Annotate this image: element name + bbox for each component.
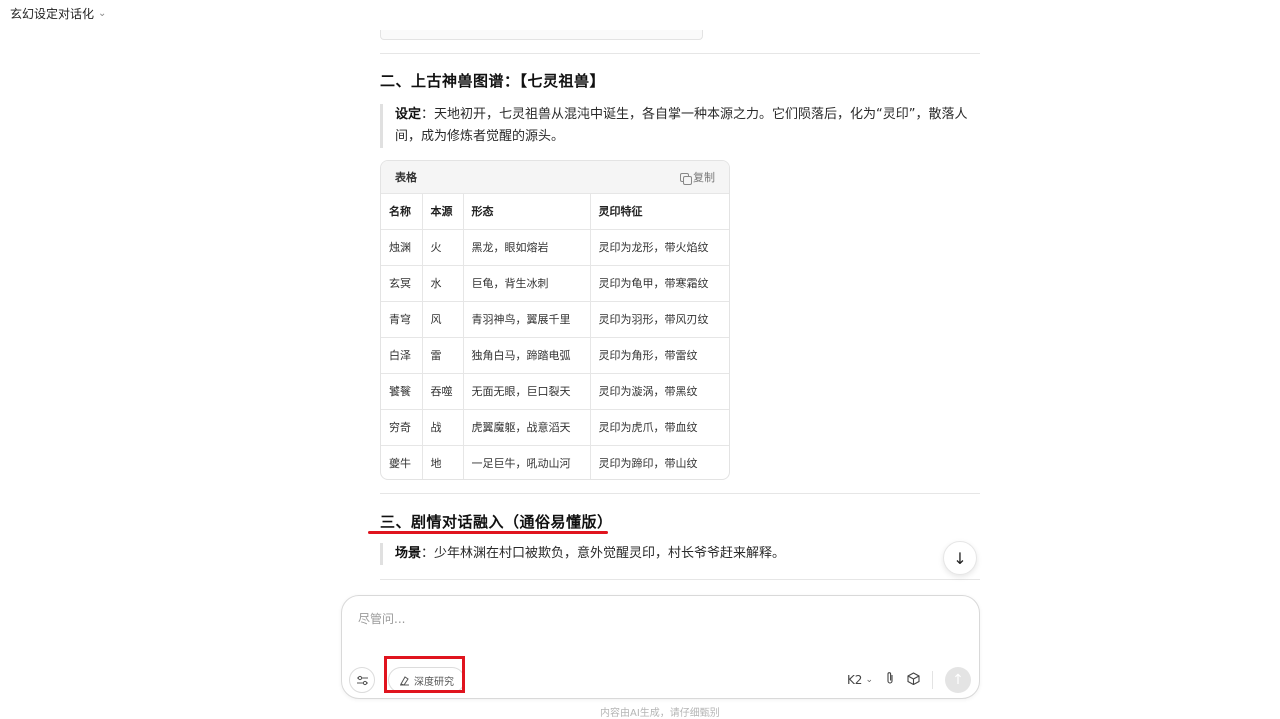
send-button[interactable]: ↑ [945,667,971,693]
table-cell: 灵印为羽形，带风刃纹 [590,301,729,338]
paperclip-icon[interactable] [885,671,895,689]
input-right-tools: K2 ⌄ ↑ [847,667,971,693]
chevron-down-icon: ⌄ [98,8,107,19]
arrow-up-icon: ↑ [952,672,964,688]
table-header-cell: 灵印特征 [590,194,729,230]
divider [380,53,980,54]
table-header-row: 名称 本源 形态 灵印特征 [381,194,729,230]
table-cell: 灵印为龟甲，带寒霜纹 [590,265,729,302]
table-cell: 一足巨牛，吼动山河 [463,445,591,479]
table-row: 穷奇 战 虎翼魔躯，战意滔天 灵印为虎爪，带血纹 [381,409,729,446]
table-cell: 青穹 [381,301,423,338]
table-row: 饕餮 吞噬 无面无眼，巨口裂天 灵印为漩涡，带黑纹 [381,373,729,410]
previous-table-edge [380,30,703,40]
table-header-cell: 本源 [422,194,464,230]
sliders-icon [356,675,368,685]
table-cell: 风 [422,301,464,338]
table-row: 烛渊 火 黑龙，眼如熔岩 灵印为龙形，带火焰纹 [381,229,729,266]
table-cell: 夔牛 [381,445,423,479]
table-row: 玄冥 水 巨龟，背生冰刺 灵印为龟甲，带寒霜纹 [381,265,729,302]
quote-label: 设定 [395,107,422,122]
copy-button[interactable]: 复制 [680,169,715,185]
table-cell: 水 [422,265,464,302]
table-cell: 独角白马，蹄踏电弧 [463,337,591,374]
blockquote-setting: 设定：天地初开，七灵祖兽从混沌中诞生，各自掌一种本源之力。它们陨落后，化为“灵印… [380,104,980,148]
quote-label: 场景 [395,546,422,561]
table-cell: 灵印为蹄印，带山纹 [598,457,698,471]
table-cell: 虎翼魔躯，战意滔天 [463,409,591,446]
quote-text: ：少年林渊在村口被欺负，意外觉醒灵印，村长爷爷赶来解释。 [421,546,786,561]
table-card-header: 表格 复制 [381,161,729,194]
table-cell: 灵印为漩涡，带黑纹 [590,373,729,410]
table-cell: 穷奇 [381,409,423,446]
toolbar-divider [932,671,933,689]
table-cell: 饕餮 [381,373,423,410]
table-cell: 烛渊 [381,229,423,266]
footer-note: 内容由AI生成，请仔细甄别 [600,708,720,719]
chevron-down-icon: ⌄ [865,675,873,685]
chat-input[interactable] [356,608,956,648]
table-row: 白泽 雷 独角白马，蹄踏电弧 灵印为角形，带雷纹 [381,337,729,374]
table-row: 青穹 风 青羽神鸟，翼展千里 灵印为羽形，带风刃纹 [381,301,729,338]
table-cell: 战 [422,409,464,446]
conversation-title: 玄幻设定对话化 [10,7,95,21]
section-heading: 三、剧情对话融入（通俗易懂版） [380,513,613,531]
table-header-cell: 名称 [381,194,423,230]
table-cell: 火 [422,229,464,266]
table-cell: 黑龙，眼如熔岩 [463,229,591,266]
table-cell: 雷 [422,337,464,374]
table-label: 表格 [395,171,417,184]
arrow-down-icon: ↓ [953,548,967,568]
copy-label: 复制 [693,171,715,184]
copy-icon [680,172,692,185]
tools-button[interactable] [349,667,375,693]
table-card: 表格 复制 名称 本源 形态 灵印特征 烛渊 火 黑龙，眼如熔岩 灵印为龙形，带… [380,160,730,480]
table-cell: 地 [422,445,464,479]
beasts-table: 名称 本源 形态 灵印特征 烛渊 火 黑龙，眼如熔岩 灵印为龙形，带火焰纹 玄冥… [381,194,729,479]
table-cell: 巨龟，背生冰刺 [463,265,591,302]
cube-icon[interactable] [907,671,920,689]
section-heading: 二、上古神兽图谱：【七灵祖兽】 [380,72,606,90]
table-cell: 灵印为角形，带雷纹 [590,337,729,374]
annotation-highlight-box [384,656,465,693]
table-cell: 灵印为龙形，带火焰纹 [590,229,729,266]
annotation-underline [368,531,608,534]
conversation-title-dropdown[interactable]: 玄幻设定对话化 ⌄ [10,5,106,22]
divider [380,493,980,494]
table-row: 夔牛 地 一足巨牛，吼动山河 灵印为蹄印，带山纹 [381,445,729,479]
scroll-to-bottom-button[interactable]: ↓ [943,541,977,575]
table-cell: 玄冥 [381,265,423,302]
model-selector[interactable]: K2 ⌄ [847,673,873,687]
table-cell: 吞噬 [422,373,464,410]
table-cell: 无面无眼，巨口裂天 [463,373,591,410]
blockquote-scene: 场景：少年林渊在村口被欺负，意外觉醒灵印，村长爷爷赶来解释。 [380,543,980,565]
table-cell: 白泽 [381,337,423,374]
quote-text: ：天地初开，七灵祖兽从混沌中诞生，各自掌一种本源之力。它们陨落后，化为“灵印”，… [395,107,968,144]
table-cell: 灵印为虎爪，带血纹 [590,409,729,446]
table-cell: 青羽神鸟，翼展千里 [463,301,591,338]
divider [380,579,980,580]
table-header-cell: 形态 [463,194,591,230]
model-label: K2 [846,673,863,687]
